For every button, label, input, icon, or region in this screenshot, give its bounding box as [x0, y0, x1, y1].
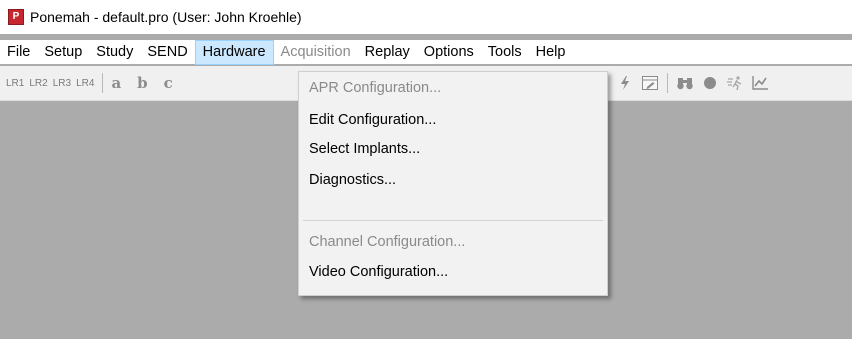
menu-hardware[interactable]: Hardware [194, 39, 274, 65]
menu-separator [303, 220, 603, 221]
lr3-button[interactable]: LR3 [53, 78, 71, 89]
lr2-button[interactable]: LR2 [29, 78, 47, 89]
menu-bar: File Setup Study SEND Hardware Acquisiti… [0, 39, 852, 65]
lightning-icon[interactable] [614, 72, 636, 94]
record-icon[interactable] [699, 72, 721, 94]
lr4-button[interactable]: LR4 [76, 78, 94, 89]
menu-item-diagnostics[interactable]: Diagnostics... [309, 169, 396, 191]
menu-item-channel-configuration[interactable]: Channel Configuration... [309, 231, 465, 253]
letter-b-button[interactable]: b [137, 74, 148, 92]
menu-item-select-implants[interactable]: Select Implants... [309, 138, 420, 160]
menu-replay[interactable]: Replay [358, 40, 417, 64]
menu-item-edit-configuration[interactable]: Edit Configuration... [309, 109, 436, 131]
window-title: Ponemah - default.pro (User: John Kroehl… [30, 9, 302, 25]
title-bar: P Ponemah - default.pro (User: John Kroe… [0, 0, 852, 34]
menu-acquisition[interactable]: Acquisition [274, 40, 358, 64]
binoculars-icon[interactable] [674, 72, 696, 94]
menu-options[interactable]: Options [417, 40, 481, 64]
edit-window-icon[interactable] [639, 72, 661, 94]
menu-item-video-configuration[interactable]: Video Configuration... [309, 261, 448, 283]
letter-c-button[interactable]: c [164, 74, 173, 92]
letter-a-button[interactable]: a [111, 74, 121, 92]
menu-study[interactable]: Study [89, 40, 140, 64]
app-icon[interactable]: P [8, 9, 24, 25]
menu-send[interactable]: SEND [140, 40, 194, 64]
menu-file[interactable]: File [0, 40, 37, 64]
lr1-button[interactable]: LR1 [6, 78, 24, 89]
toolbar-separator-2 [667, 73, 668, 93]
menu-setup[interactable]: Setup [37, 40, 89, 64]
toolbar-separator [102, 73, 104, 93]
toolbar-right-group [614, 66, 774, 100]
menu-help[interactable]: Help [529, 40, 573, 64]
hardware-menu-dropdown: APR Configuration... Edit Configuration.… [298, 71, 608, 296]
menu-tools[interactable]: Tools [481, 40, 529, 64]
run-icon[interactable] [724, 72, 746, 94]
chart-icon[interactable] [749, 72, 771, 94]
menu-item-apr-configuration[interactable]: APR Configuration... [309, 77, 441, 99]
